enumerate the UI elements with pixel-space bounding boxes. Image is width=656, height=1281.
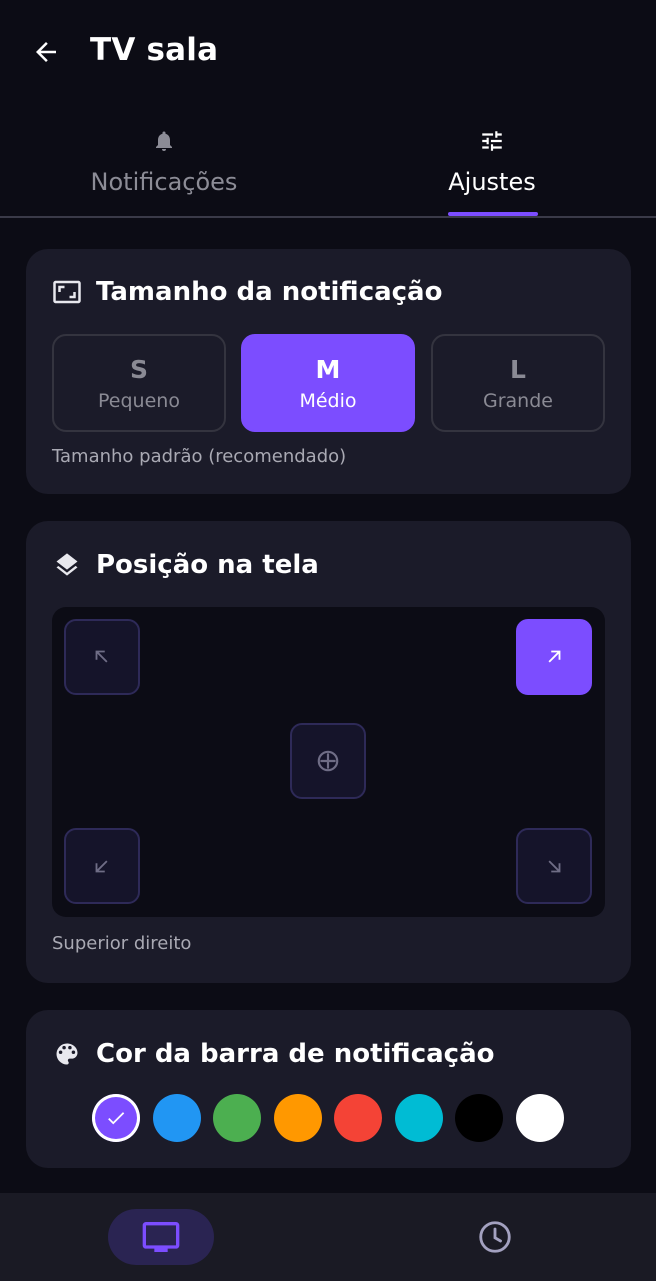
- color-swatch-red[interactable]: [334, 1094, 382, 1142]
- tv-icon: [142, 1222, 180, 1252]
- size-letter: M: [315, 354, 341, 384]
- palette-icon: [56, 1043, 78, 1065]
- nav-tv[interactable]: [108, 1209, 214, 1265]
- check-icon: [108, 1112, 125, 1125]
- position-bottom-right[interactable]: [516, 828, 592, 904]
- position-bottom-left[interactable]: [64, 828, 140, 904]
- card-title: Tamanho da notificação: [96, 277, 443, 307]
- size-label: Grande: [483, 389, 553, 412]
- card-header: Cor da barra de notificação: [52, 1039, 494, 1069]
- active-tab-indicator: [448, 212, 538, 216]
- size-option-medium[interactable]: M Médio: [241, 334, 415, 432]
- color-swatch-green[interactable]: [213, 1094, 261, 1142]
- arrow-up-left-icon: [95, 650, 108, 663]
- card-header: Tamanho da notificação: [52, 277, 442, 307]
- notification-size-card: Tamanho da notificação S Pequeno M Médio…: [26, 249, 631, 494]
- size-letter: L: [510, 354, 526, 384]
- resize-frame-icon: [53, 280, 81, 304]
- color-swatch-purple[interactable]: [92, 1094, 140, 1142]
- size-option-small[interactable]: S Pequeno: [52, 334, 226, 432]
- arrow-up-right-icon: [548, 650, 561, 663]
- layers-icon: [56, 553, 78, 576]
- color-swatches: [92, 1094, 576, 1142]
- tab-notificacoes[interactable]: Notificações: [0, 118, 328, 216]
- arrow-down-right-icon: [548, 860, 561, 873]
- position-grid: [52, 607, 605, 917]
- color-swatch-black[interactable]: [455, 1094, 503, 1142]
- position-top-right[interactable]: [516, 619, 592, 695]
- bar-color-card: Cor da barra de notificação: [26, 1010, 631, 1168]
- size-hint: Tamanho padrão (recomendado): [52, 446, 347, 467]
- top-bar: TV sala: [0, 0, 656, 108]
- arrow-left-icon: [36, 42, 56, 62]
- size-option-large[interactable]: L Grande: [431, 334, 605, 432]
- size-letter: S: [129, 354, 148, 384]
- card-title: Posição na tela: [96, 550, 319, 580]
- screen-position-card: Posição na tela Superior direito: [26, 521, 631, 983]
- tab-label: Notificações: [90, 168, 238, 196]
- size-label: Médio: [299, 389, 357, 412]
- sliders-icon: [482, 131, 502, 151]
- tab-ajustes[interactable]: Ajustes: [328, 118, 656, 216]
- position-center[interactable]: [290, 723, 366, 799]
- page-title: TV sala: [90, 32, 219, 68]
- clock-icon: [479, 1221, 511, 1253]
- arrow-down-left-icon: [95, 860, 108, 873]
- bottom-navigation: [0, 1193, 656, 1281]
- color-swatch-blue[interactable]: [152, 1094, 201, 1142]
- color-swatch-cyan[interactable]: [394, 1094, 443, 1142]
- tab-label: Ajustes: [448, 168, 536, 196]
- back-button[interactable]: [28, 34, 64, 70]
- color-swatch-white[interactable]: [515, 1094, 564, 1142]
- color-swatch-orange[interactable]: [273, 1094, 322, 1142]
- position-top-left[interactable]: [64, 619, 140, 695]
- card-title: Cor da barra de notificação: [96, 1039, 495, 1069]
- bell-icon: [156, 131, 172, 151]
- nav-history[interactable]: [442, 1209, 548, 1265]
- size-label: Pequeno: [98, 389, 180, 412]
- card-header: Posição na tela: [52, 550, 319, 580]
- tab-bar: Notificações Ajustes: [0, 118, 656, 218]
- position-hint: Superior direito: [52, 933, 192, 954]
- crosshair-icon: [317, 750, 339, 772]
